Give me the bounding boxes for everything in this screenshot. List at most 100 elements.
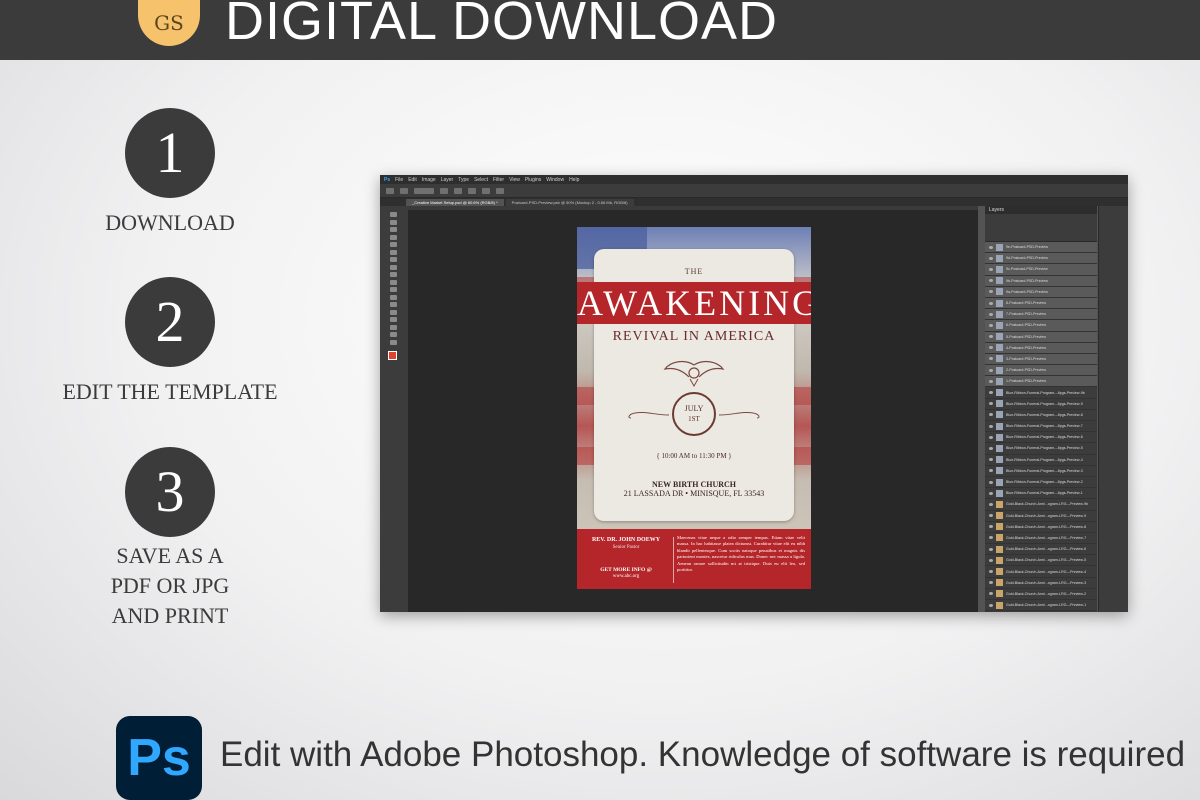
visibility-eye-icon[interactable] bbox=[989, 279, 993, 283]
tool-icon[interactable] bbox=[390, 302, 397, 307]
visibility-eye-icon[interactable] bbox=[989, 301, 993, 305]
visibility-eye-icon[interactable] bbox=[989, 547, 993, 551]
tool-icon[interactable] bbox=[390, 249, 397, 255]
visibility-eye-icon[interactable] bbox=[989, 256, 993, 260]
visibility-eye-icon[interactable] bbox=[989, 502, 993, 506]
tool-icon[interactable] bbox=[390, 332, 397, 337]
visibility-eye-icon[interactable] bbox=[989, 558, 993, 562]
visibility-eye-icon[interactable] bbox=[989, 446, 993, 450]
visibility-eye-icon[interactable] bbox=[989, 413, 993, 417]
layer-row[interactable]: Blue-Ribbon-Funeral-Program---8pgs-Previ… bbox=[985, 387, 1097, 399]
tool-icon[interactable] bbox=[390, 234, 397, 240]
visibility-eye-icon[interactable] bbox=[989, 581, 993, 585]
tab-document-1[interactable]: _Creative Market Setup.psd @ 60.6% (RGB/… bbox=[406, 199, 504, 206]
menu-image[interactable]: Image bbox=[422, 177, 436, 183]
visibility-eye-icon[interactable] bbox=[989, 435, 993, 439]
visibility-eye-icon[interactable] bbox=[989, 491, 993, 495]
layer-row[interactable]: Blue-Ribbon-Funeral-Program---8pgs-Previ… bbox=[985, 443, 1097, 455]
menu-layer[interactable]: Layer bbox=[441, 177, 454, 183]
visibility-eye-icon[interactable] bbox=[989, 267, 993, 271]
layer-row[interactable]: 9e-Postcard-PSD-Preview bbox=[985, 242, 1097, 254]
visibility-eye-icon[interactable] bbox=[989, 245, 993, 249]
visibility-eye-icon[interactable] bbox=[989, 592, 993, 596]
distribute-icon[interactable] bbox=[482, 187, 490, 194]
menu-view[interactable]: View bbox=[509, 177, 520, 183]
more-options-icon[interactable] bbox=[496, 187, 504, 194]
layer-row[interactable]: 9a-Postcard-PSD-Preview bbox=[985, 286, 1097, 298]
visibility-eye-icon[interactable] bbox=[989, 335, 993, 339]
layer-row[interactable]: Gold-Black-Church-Anni...ogram-LRG---Pre… bbox=[985, 522, 1097, 533]
menu-filter[interactable]: Filter bbox=[493, 177, 504, 183]
layer-row[interactable]: Gold-Black-Church-Anni...ogram-LRG---Pre… bbox=[985, 544, 1097, 556]
menu-edit[interactable]: Edit bbox=[408, 177, 417, 183]
menu-type[interactable]: Type bbox=[458, 177, 469, 183]
layer-row[interactable]: Gold-Black-Church-Anni...ogram-LRG---Pre… bbox=[985, 566, 1097, 578]
visibility-eye-icon[interactable] bbox=[989, 346, 993, 350]
visibility-eye-icon[interactable] bbox=[989, 570, 993, 574]
tool-icon[interactable] bbox=[390, 219, 397, 225]
layer-row[interactable]: Blue-Ribbon-Funeral-Program---8pgs-Previ… bbox=[985, 399, 1097, 410]
align-left-icon[interactable] bbox=[440, 187, 448, 194]
layer-row[interactable]: 8-Postcard-PSD-Preview bbox=[985, 297, 1097, 310]
layer-row[interactable]: 2-Postcard-PSD-Preview bbox=[985, 365, 1097, 377]
tab-document-2[interactable]: Postcard-PSD-Preview.psb @ 50% (Mockup 2… bbox=[505, 199, 634, 206]
visibility-eye-icon[interactable] bbox=[989, 603, 993, 607]
visibility-eye-icon[interactable] bbox=[989, 458, 993, 462]
visibility-eye-icon[interactable] bbox=[989, 391, 993, 395]
layer-row[interactable]: 1-Postcard-PSD-Preview bbox=[985, 376, 1097, 388]
layer-row[interactable]: Gold-Black-Church-Anni...ogram-LRG---Pre… bbox=[985, 589, 1097, 600]
menu-select[interactable]: Select bbox=[474, 177, 488, 183]
auto-select-dropdown[interactable] bbox=[414, 187, 434, 194]
foreground-color-swatch[interactable] bbox=[388, 351, 397, 360]
tool-icon[interactable] bbox=[390, 294, 397, 300]
layer-row[interactable]: Blue-Ribbon-Funeral-Program---8pgs-Previ… bbox=[985, 455, 1097, 466]
menu-plugins[interactable]: Plugins bbox=[525, 177, 541, 183]
menu-window[interactable]: Window bbox=[546, 177, 564, 183]
layer-row[interactable]: 5-Postcard-PSD-Preview bbox=[985, 331, 1097, 343]
layer-row[interactable]: Blue-Ribbon-Funeral-Program---8pgs-Previ… bbox=[985, 410, 1097, 421]
home-icon[interactable] bbox=[386, 187, 394, 194]
visibility-eye-icon[interactable] bbox=[989, 312, 993, 316]
tool-icon[interactable] bbox=[390, 272, 397, 277]
layer-row[interactable]: Gold-Black-Church-Anni...ogram-LRG---Pre… bbox=[985, 578, 1097, 589]
align-center-icon[interactable] bbox=[454, 187, 462, 194]
visibility-eye-icon[interactable] bbox=[989, 368, 993, 372]
layer-row[interactable]: Gold-Black-Church-Anni...ogram-LRG---Pre… bbox=[985, 555, 1097, 567]
tool-icon[interactable] bbox=[390, 227, 397, 232]
layer-row[interactable]: 9b-Postcard-PSD-Preview bbox=[985, 275, 1097, 287]
visibility-eye-icon[interactable] bbox=[989, 424, 993, 428]
tool-icon[interactable] bbox=[390, 212, 397, 217]
layer-row[interactable]: 9d-Postcard-PSD-Preview bbox=[985, 253, 1097, 265]
visibility-eye-icon[interactable] bbox=[989, 525, 993, 529]
layer-row[interactable]: 9c-Postcard-PSD-Preview bbox=[985, 264, 1097, 276]
align-right-icon[interactable] bbox=[468, 187, 476, 194]
tool-icon[interactable] bbox=[390, 317, 397, 322]
tool-icon[interactable] bbox=[390, 324, 397, 330]
visibility-eye-icon[interactable] bbox=[989, 480, 993, 484]
visibility-eye-icon[interactable] bbox=[989, 379, 993, 383]
visibility-eye-icon[interactable] bbox=[989, 323, 993, 327]
tool-icon[interactable] bbox=[390, 339, 397, 345]
tool-icon[interactable] bbox=[390, 257, 397, 262]
layer-row[interactable]: Blue-Ribbon-Funeral-Program---8pgs-Previ… bbox=[985, 432, 1097, 444]
tool-icon[interactable] bbox=[390, 287, 397, 292]
layer-row[interactable]: Gold-Black-Church-Anni...ogram-LRG---Pre… bbox=[985, 533, 1097, 545]
layer-row[interactable]: Blue-Ribbon-Funeral-Program---8pgs-Previ… bbox=[985, 421, 1097, 433]
layer-row[interactable]: 4-Postcard-PSD-Preview bbox=[985, 342, 1097, 354]
visibility-eye-icon[interactable] bbox=[989, 402, 993, 406]
layer-row[interactable]: 7-Postcard-PSD-Preview bbox=[985, 309, 1097, 321]
layer-row[interactable]: 6-Postcard-PSD-Preview bbox=[985, 320, 1097, 332]
layer-row[interactable]: Gold-Black-Church-Anni...ogram-LRG---Pre… bbox=[985, 511, 1097, 522]
visibility-eye-icon[interactable] bbox=[989, 514, 993, 518]
tool-icon[interactable] bbox=[390, 242, 397, 247]
layer-row[interactable]: Blue-Ribbon-Funeral-Program---8pgs-Previ… bbox=[985, 466, 1097, 477]
layer-row[interactable]: Gold-Black-Church-Anni...ogram-LRG---Pre… bbox=[985, 499, 1097, 511]
menu-file[interactable]: File bbox=[395, 177, 403, 183]
layer-row[interactable]: Blue-Ribbon-Funeral-Program---8pgs-Previ… bbox=[985, 488, 1097, 500]
visibility-eye-icon[interactable] bbox=[989, 536, 993, 540]
visibility-eye-icon[interactable] bbox=[989, 290, 993, 294]
layer-row[interactable]: Blue-Ribbon-Funeral-Program---8pgs-Previ… bbox=[985, 477, 1097, 489]
visibility-eye-icon[interactable] bbox=[989, 357, 993, 361]
menu-help[interactable]: Help bbox=[569, 177, 579, 183]
visibility-eye-icon[interactable] bbox=[989, 469, 993, 473]
